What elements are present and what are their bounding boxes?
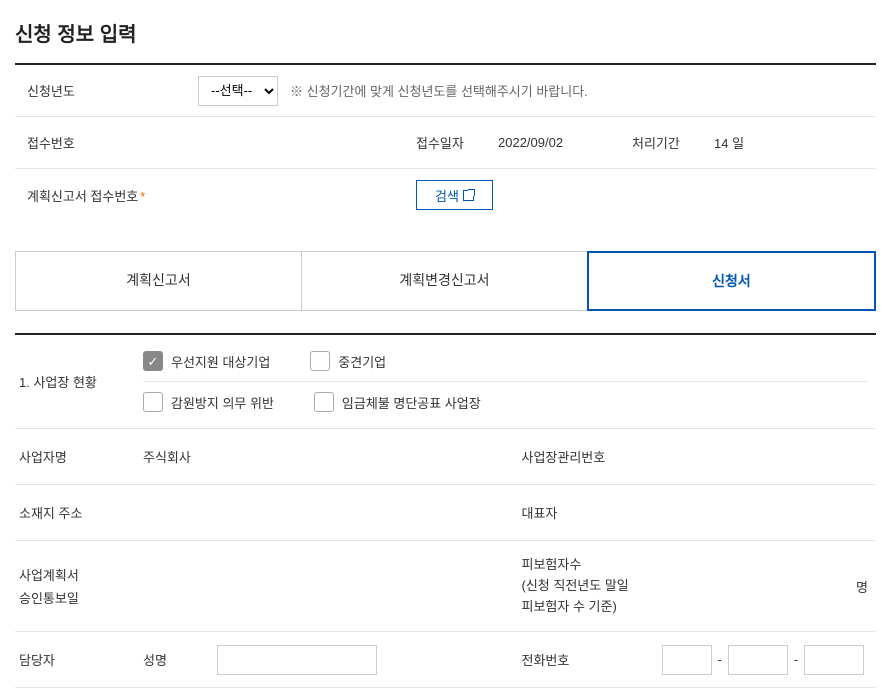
year-select[interactable]: --선택-- — [198, 76, 278, 106]
biz-mgmt-no-value — [654, 447, 877, 467]
checkbox-icon — [310, 351, 330, 371]
receipt-date-label: 접수일자 — [416, 133, 486, 152]
search-button[interactable]: 검색 — [416, 180, 493, 210]
process-period-label: 처리기간 — [632, 133, 702, 152]
checkbox-midsize-company[interactable]: 중견기업 — [310, 351, 386, 371]
contact-label: 담당자 — [15, 632, 135, 687]
external-link-icon — [463, 190, 474, 201]
contact-name-label: 성명 — [143, 650, 167, 669]
checkbox-icon — [314, 392, 334, 412]
phone-separator: - — [794, 652, 798, 667]
tab-plan-change-report[interactable]: 계획변경신고서 — [301, 251, 588, 311]
address-label: 소재지 주소 — [15, 485, 135, 540]
biz-name-label: 사업자명 — [15, 429, 135, 484]
section1-label: 1. 사업장 현황 — [15, 335, 135, 428]
checkbox-icon — [143, 392, 163, 412]
required-mark: * — [140, 189, 145, 204]
insured-count-label: 피보험자수 (신청 직전년도 말일 피보험자 수 기준) — [514, 541, 654, 631]
plan-receipt-no-label: 계획신고서 접수번호* — [15, 170, 190, 221]
ceo-value — [654, 503, 877, 523]
contact-phone-label: 전화번호 — [514, 636, 654, 683]
ceo-label: 대표자 — [514, 489, 654, 536]
tab-plan-report[interactable]: 계획신고서 — [15, 251, 302, 311]
phone-input-1[interactable] — [662, 645, 712, 675]
insured-unit: 명 — [856, 577, 868, 596]
receipt-date-value: 2022/09/02 — [494, 135, 624, 150]
process-period-value: 14 일 — [710, 133, 790, 152]
biz-mgmt-no-label: 사업장관리번호 — [514, 433, 654, 480]
checkbox-wage-arrears[interactable]: 임금체불 명단공표 사업장 — [314, 392, 481, 412]
phone-input-3[interactable] — [804, 645, 864, 675]
page-title: 신청 정보 입력 — [15, 10, 876, 63]
phone-separator: - — [718, 652, 722, 667]
tab-application[interactable]: 신청서 — [587, 251, 876, 311]
application-info-form: 신청년도 --선택-- ※ 신청기간에 맞게 신청년도를 선택해주시기 바랍니다… — [15, 65, 876, 221]
contact-name-input[interactable] — [217, 645, 377, 675]
checkbox-priority-support[interactable]: ✓ 우선지원 대상기업 — [143, 351, 270, 371]
phone-input-2[interactable] — [728, 645, 788, 675]
tabs: 계획신고서 계획변경신고서 신청서 — [15, 251, 876, 311]
year-hint: ※ 신청기간에 맞게 신청년도를 선택해주시기 바랍니다. — [290, 81, 588, 100]
receipt-no-label: 접수번호 — [15, 117, 190, 168]
year-label: 신청년도 — [15, 65, 190, 116]
biz-name-value: 주식회사 — [143, 447, 191, 466]
plan-approval-label: 사업계획서 승인통보일 — [15, 541, 135, 631]
checkbox-icon: ✓ — [143, 351, 163, 371]
checkbox-layoff-violation[interactable]: 감원방지 의무 위반 — [143, 392, 274, 412]
business-detail-form: 1. 사업장 현황 ✓ 우선지원 대상기업 중견기업 감원방지 의무 위반 — [15, 333, 876, 688]
